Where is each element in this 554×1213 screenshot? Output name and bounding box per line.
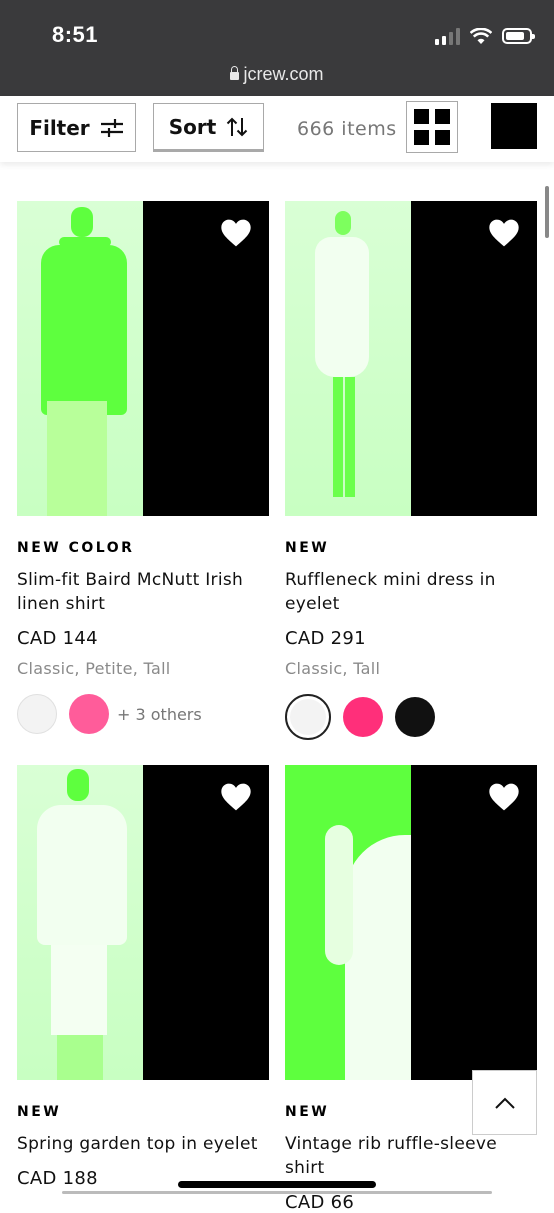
color-swatch-white-selected[interactable] [285,694,331,740]
product-tag: NEW [17,1104,62,1120]
heart-icon[interactable] [488,217,520,249]
back-to-top-button[interactable] [472,1070,537,1135]
product-image[interactable] [17,201,269,516]
chevron-up-icon [494,1097,515,1109]
color-swatch-black[interactable] [395,697,435,737]
product-toolbar: Filter Sort 666 items [0,96,554,162]
product-fits: Classic, Tall [285,659,381,678]
product-tag: NEW COLOR [17,540,135,556]
cellular-signal-icon [435,27,460,45]
color-swatches: + 3 others [17,694,269,734]
more-colors-label[interactable]: + 3 others [117,705,202,724]
home-indicator[interactable] [178,1181,376,1188]
product-tag: NEW [285,540,330,556]
sliders-icon [100,118,123,137]
status-icons [435,24,535,48]
product-name[interactable]: Vintage rib ruffle-sleeve shirt [285,1132,537,1180]
battery-icon [502,28,535,44]
product-image[interactable] [285,765,537,1080]
address-bar[interactable]: jcrew.com [0,64,554,85]
heart-icon[interactable] [220,781,252,813]
product-name[interactable]: Slim-fit Baird McNutt Irish linen shirt [17,568,269,616]
product-card[interactable]: NEW COLOR Slim-fit Baird McNutt Irish li… [17,201,269,734]
product-image[interactable] [17,765,269,1080]
grid-view-toggle[interactable] [406,101,458,153]
scrollbar[interactable] [545,186,549,238]
product-fits: Classic, Petite, Tall [17,659,171,678]
product-image[interactable] [285,201,537,516]
sort-label: Sort [168,114,217,139]
color-swatches [285,694,537,740]
product-card[interactable]: NEW Ruffleneck mini dress in eyelet CAD … [285,201,537,740]
heart-icon[interactable] [488,781,520,813]
sort-button[interactable]: Sort [153,103,264,152]
product-name[interactable]: Spring garden top in eyelet [17,1132,269,1156]
items-count: 666 items [297,118,397,140]
filter-label: Filter [29,115,90,140]
product-price: CAD 66 [285,1192,355,1213]
url-text: jcrew.com [243,64,324,84]
product-price: CAD 291 [285,628,366,649]
single-view-toggle[interactable] [491,103,537,149]
color-swatch-pink[interactable] [69,694,109,734]
sort-arrows-icon [227,117,248,136]
product-card[interactable]: NEW Vintage rib ruffle-sleeve shirt CAD … [285,765,537,1213]
filter-button[interactable]: Filter [17,103,136,152]
color-swatch-white[interactable] [17,694,57,734]
heart-icon[interactable] [220,217,252,249]
lock-icon [230,66,240,80]
horizontal-scroll-indicator [62,1191,492,1194]
clock-time: 8:51 [52,22,99,47]
status-bar: 8:51 jcrew.com [0,0,554,96]
color-swatch-pink[interactable] [343,697,383,737]
product-card[interactable]: NEW Spring garden top in eyelet CAD 188 [17,765,269,1189]
product-price: CAD 144 [17,628,98,649]
wifi-icon [470,27,492,44]
product-name[interactable]: Ruffleneck mini dress in eyelet [285,568,537,616]
